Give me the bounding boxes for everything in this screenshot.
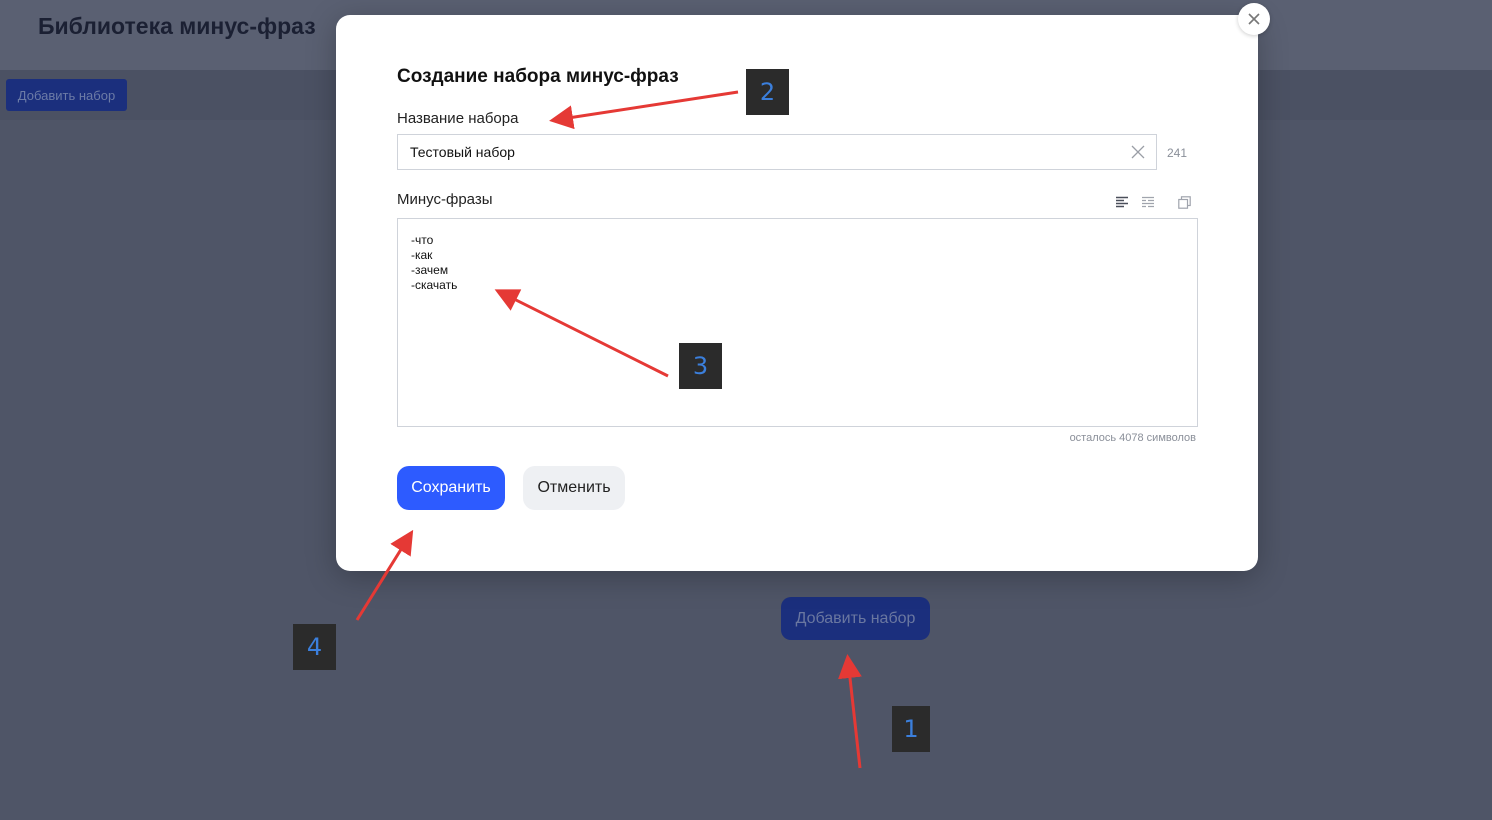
align-left-icon [1116, 196, 1128, 208]
step-badge-2: 2 [746, 69, 789, 115]
add-set-center-button[interactable]: Добавить набор [781, 597, 930, 640]
step-badge-1: 1 [892, 706, 930, 752]
cancel-button[interactable]: Отменить [523, 466, 625, 510]
list-format-button[interactable] [1140, 194, 1156, 210]
align-left-button[interactable] [1114, 194, 1130, 210]
copy-icon [1177, 195, 1191, 209]
clear-icon [1131, 145, 1145, 159]
char-count: 241 [1167, 146, 1188, 160]
set-name-label: Название набора [397, 110, 519, 127]
save-button[interactable]: Сохранить [397, 466, 505, 510]
minus-phrases-textarea[interactable]: -что -как -зачем -скачать [397, 218, 1198, 427]
step-badge-4: 4 [293, 624, 336, 670]
close-icon [1248, 13, 1260, 25]
arrow-step-1 [838, 654, 862, 769]
set-name-field [397, 134, 1157, 170]
set-name-input[interactable] [410, 135, 1110, 169]
step-badge-3: 3 [679, 343, 722, 389]
clear-input-button[interactable] [1128, 142, 1148, 162]
remaining-chars: осталось 4078 символов [1069, 432, 1196, 444]
modal-close-button[interactable] [1238, 3, 1270, 35]
minus-phrases-label: Минус-фразы [397, 191, 493, 208]
page-title: Библиотека минус-фраз [38, 13, 316, 39]
modal-title: Создание набора минус-фраз [397, 66, 679, 87]
add-set-toolbar-button[interactable]: Добавить набор [6, 79, 127, 111]
list-format-icon [1142, 196, 1154, 208]
copy-button[interactable] [1176, 194, 1192, 210]
